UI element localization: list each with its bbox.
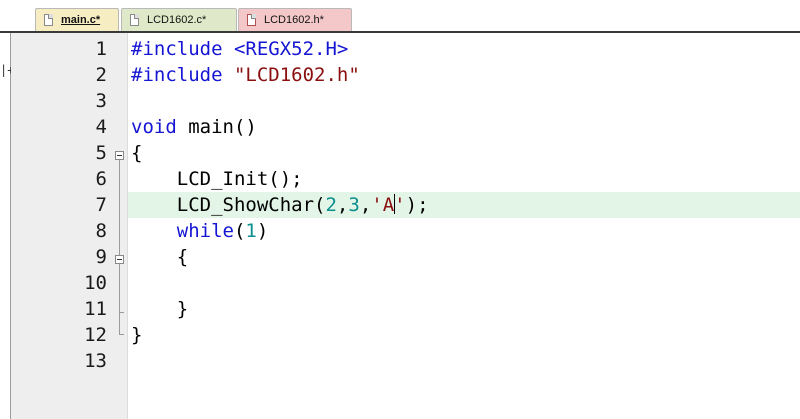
tab-main-c[interactable]: main.c* <box>35 8 119 31</box>
tab-lcd1602-h[interactable]: LCD1602.h* <box>238 8 352 31</box>
tab-label: LCD1602.h* <box>264 14 324 26</box>
code-line[interactable]: 11 } <box>0 296 800 322</box>
line-number: 5 <box>95 142 107 164</box>
line-number: 9 <box>95 246 107 268</box>
tab-label: LCD1602.c* <box>147 14 207 26</box>
tab-lcd1602-c[interactable]: LCD1602.c* <box>121 8 237 31</box>
code-token: LCD_Init(); <box>131 168 303 190</box>
code-token: { <box>131 142 143 164</box>
code-text[interactable]: { <box>131 140 142 166</box>
code-token: } <box>131 298 189 320</box>
code-token: LCD_ShowChar( <box>131 194 326 216</box>
fold-guide <box>119 160 120 334</box>
fold-collapse-icon[interactable] <box>115 151 124 160</box>
code-line[interactable]: 4 void main() <box>0 114 800 140</box>
code-line[interactable]: 6 LCD_Init(); <box>0 166 800 192</box>
code-token: 1 <box>245 220 257 242</box>
code-token: #include <box>131 64 234 86</box>
fold-collapse-icon[interactable] <box>115 255 124 264</box>
line-number: 3 <box>95 90 107 112</box>
code-token: 2 <box>325 194 337 216</box>
code-line[interactable]: 12} <box>0 322 800 348</box>
code-token: } <box>131 324 143 346</box>
code-line[interactable]: 3 <box>0 88 800 114</box>
line-number: 12 <box>84 324 107 346</box>
line-number: 4 <box>95 116 107 138</box>
code-text[interactable]: } <box>131 296 188 322</box>
code-line[interactable]: 7 LCD_ShowChar(2,3,'A'); <box>0 192 800 218</box>
code-text[interactable]: } <box>131 322 142 348</box>
line-number: 1 <box>95 38 107 60</box>
code-text[interactable]: #include "LCD1602.h" <box>131 62 360 88</box>
code-token: ); <box>405 194 429 216</box>
code-line[interactable]: 10 <box>0 270 800 296</box>
line-number: 8 <box>95 220 107 242</box>
code-token: ) <box>256 220 269 242</box>
code-token: while <box>176 220 234 242</box>
code-token: #include <REGX52.H> <box>131 38 349 60</box>
fold-end-marker <box>119 334 124 335</box>
code-token: 'A <box>371 194 395 216</box>
code-line[interactable]: 2 #include "LCD1602.h" <box>0 62 800 88</box>
file-icon <box>247 14 256 26</box>
code-token: , <box>359 194 372 216</box>
line-number: 2 <box>95 64 107 86</box>
code-text[interactable]: void main() <box>131 114 257 140</box>
file-icon <box>130 14 139 26</box>
code-token: 3 <box>348 194 360 216</box>
file-icon <box>44 14 53 26</box>
code-token: , <box>336 194 349 216</box>
code-token: { <box>131 246 189 268</box>
code-text[interactable]: LCD_Init(); <box>131 166 303 192</box>
code-line[interactable]: 1 #include <REGX52.H> <box>0 36 800 62</box>
code-token: void <box>131 116 177 138</box>
code-editor[interactable]: |+ 1 #include <REGX52.H> 2 #include "LCD160… <box>0 33 800 419</box>
code-text[interactable]: LCD_ShowChar(2,3,'A'); <box>131 192 429 218</box>
code-token: main() <box>176 116 257 138</box>
line-number: 13 <box>84 350 107 372</box>
code-line[interactable]: 13 <box>0 348 800 374</box>
editor-tab-bar: main.c* LCD1602.c* LCD1602.h* <box>0 0 800 33</box>
code-line[interactable]: 8 while(1) <box>0 218 800 244</box>
code-token: "LCD1602.h" <box>233 64 360 86</box>
code-token: ( <box>233 220 246 242</box>
code-text[interactable]: while(1) <box>131 218 269 244</box>
code-token: ' <box>394 194 406 216</box>
line-number: 11 <box>84 298 107 320</box>
line-number: 10 <box>84 272 107 294</box>
line-number: 6 <box>95 168 107 190</box>
line-number: 7 <box>95 194 107 216</box>
code-text[interactable]: { <box>131 244 188 270</box>
tab-label: main.c* <box>61 14 101 26</box>
fold-end-marker <box>119 312 124 313</box>
code-text[interactable]: #include <REGX52.H> <box>131 36 348 62</box>
